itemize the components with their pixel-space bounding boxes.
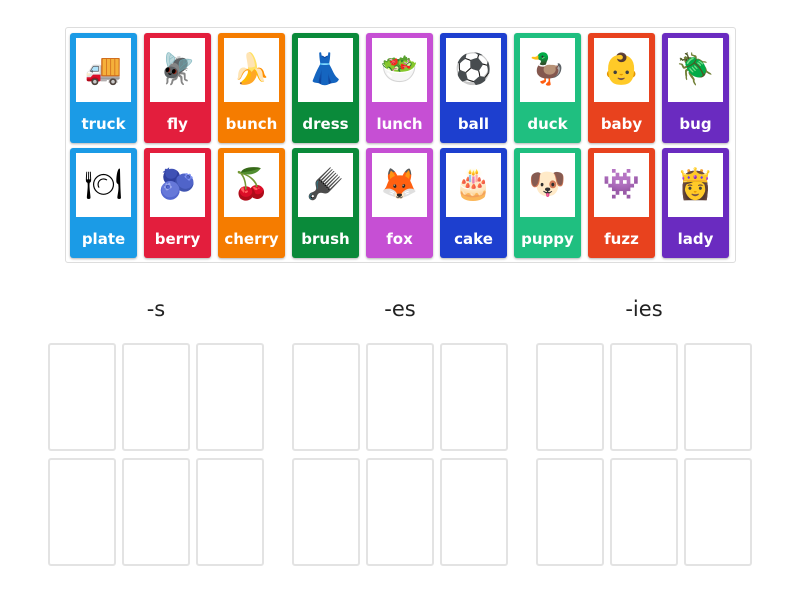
word-card-puppy[interactable]: 🐶 puppy — [514, 148, 581, 258]
card-label: cherry — [224, 230, 279, 248]
plate-icon: 🍽 — [84, 167, 123, 202]
card-label: baby — [600, 115, 643, 133]
word-card-fly[interactable]: 🪰 fly — [144, 33, 211, 143]
card-label: ball — [457, 115, 490, 133]
card-label: fuzz — [604, 230, 639, 248]
duck-icon: 🦆 — [528, 52, 567, 87]
fly-icon: 🪰 — [158, 52, 197, 87]
card-label: brush — [301, 230, 350, 248]
drop-slot[interactable] — [292, 458, 360, 566]
card-label: cake — [454, 230, 493, 248]
lunch-icon: 🥗 — [380, 52, 419, 87]
word-card-berry[interactable]: 🫐 berry — [144, 148, 211, 258]
berry-icon: 🫐 — [158, 167, 197, 202]
drop-slot[interactable] — [610, 458, 678, 566]
drop-slot[interactable] — [366, 458, 434, 566]
card-label: lunch — [376, 115, 423, 133]
card-image: ⚽ — [446, 38, 501, 102]
card-image: 🍌 — [224, 38, 279, 102]
card-label: lady — [677, 230, 714, 248]
drop-slot[interactable] — [122, 458, 190, 566]
card-image: 🪰 — [150, 38, 205, 102]
card-tray: 🚚 truck 🪰 fly 🍌 bunch 👗 dress 🥗 lunch ⚽ ball 🦆 duck 👶 b… — [65, 27, 736, 263]
card-label: plate — [81, 230, 126, 248]
card-image: 🦊 — [372, 153, 427, 217]
group-heading: -es — [384, 297, 416, 321]
fuzzball-icon: 👾 — [602, 167, 641, 202]
word-card-bunch[interactable]: 🍌 bunch — [218, 33, 285, 143]
card-image: 🍽 — [76, 153, 131, 217]
group-heading: -ies — [625, 297, 663, 321]
word-card-fuzz[interactable]: 👾 fuzz — [588, 148, 655, 258]
card-label: dress — [302, 115, 349, 133]
card-image: 🫐 — [150, 153, 205, 217]
drop-slot[interactable] — [440, 343, 508, 451]
drop-slot[interactable] — [48, 343, 116, 451]
card-label: bug — [679, 115, 712, 133]
fox-icon: 🦊 — [380, 167, 419, 202]
card-image: 🍒 — [224, 153, 279, 217]
brush-icon: 🪮 — [306, 167, 345, 202]
word-card-duck[interactable]: 🦆 duck — [514, 33, 581, 143]
word-card-dress[interactable]: 👗 dress — [292, 33, 359, 143]
bug-icon: 🪲 — [676, 52, 715, 87]
word-card-cake[interactable]: 🎂 cake — [440, 148, 507, 258]
card-label: bunch — [225, 115, 278, 133]
ball-icon: ⚽ — [454, 52, 493, 87]
card-image: 🐶 — [520, 153, 575, 217]
lady-icon: 👸 — [676, 167, 715, 202]
bananas-icon: 🍌 — [232, 52, 271, 87]
dress-icon: 👗 — [306, 52, 345, 87]
drop-slot[interactable] — [196, 343, 264, 451]
card-label: fox — [386, 230, 413, 248]
word-card-lunch[interactable]: 🥗 lunch — [366, 33, 433, 143]
drop-slot[interactable] — [366, 343, 434, 451]
drop-slot[interactable] — [196, 458, 264, 566]
word-card-brush[interactable]: 🪮 brush — [292, 148, 359, 258]
word-card-truck[interactable]: 🚚 truck — [70, 33, 137, 143]
card-label: truck — [81, 115, 126, 133]
drop-slot[interactable] — [122, 343, 190, 451]
card-image: 👾 — [594, 153, 649, 217]
word-card-fox[interactable]: 🦊 fox — [366, 148, 433, 258]
word-card-baby[interactable]: 👶 baby — [588, 33, 655, 143]
puppy-icon: 🐶 — [528, 167, 567, 202]
card-image: 🎂 — [446, 153, 501, 217]
card-image: 🥗 — [372, 38, 427, 102]
drop-slot[interactable] — [440, 458, 508, 566]
cake-icon: 🎂 — [454, 167, 493, 202]
card-image: 🦆 — [520, 38, 575, 102]
card-image: 👸 — [668, 153, 723, 217]
card-label: berry — [154, 230, 201, 248]
drop-slot[interactable] — [48, 458, 116, 566]
baby-icon: 👶 — [602, 52, 641, 87]
card-label: duck — [527, 115, 568, 133]
card-image: 👗 — [298, 38, 353, 102]
group-heading: -s — [146, 297, 166, 321]
drop-slot[interactable] — [536, 343, 604, 451]
drop-slot[interactable] — [536, 458, 604, 566]
drop-slot[interactable] — [684, 458, 752, 566]
card-label: fly — [167, 115, 188, 133]
card-image: 🪲 — [668, 38, 723, 102]
drop-slot[interactable] — [684, 343, 752, 451]
truck-icon: 🚚 — [84, 52, 123, 87]
word-card-lady[interactable]: 👸 lady — [662, 148, 729, 258]
cherry-icon: 🍒 — [232, 167, 271, 202]
word-card-bug[interactable]: 🪲 bug — [662, 33, 729, 143]
drop-slot[interactable] — [292, 343, 360, 451]
card-image: 🪮 — [298, 153, 353, 217]
card-image: 🚚 — [76, 38, 131, 102]
word-card-ball[interactable]: ⚽ ball — [440, 33, 507, 143]
word-card-plate[interactable]: 🍽 plate — [70, 148, 137, 258]
word-card-cherry[interactable]: 🍒 cherry — [218, 148, 285, 258]
drop-slot[interactable] — [610, 343, 678, 451]
card-label: puppy — [521, 230, 574, 248]
card-image: 👶 — [594, 38, 649, 102]
